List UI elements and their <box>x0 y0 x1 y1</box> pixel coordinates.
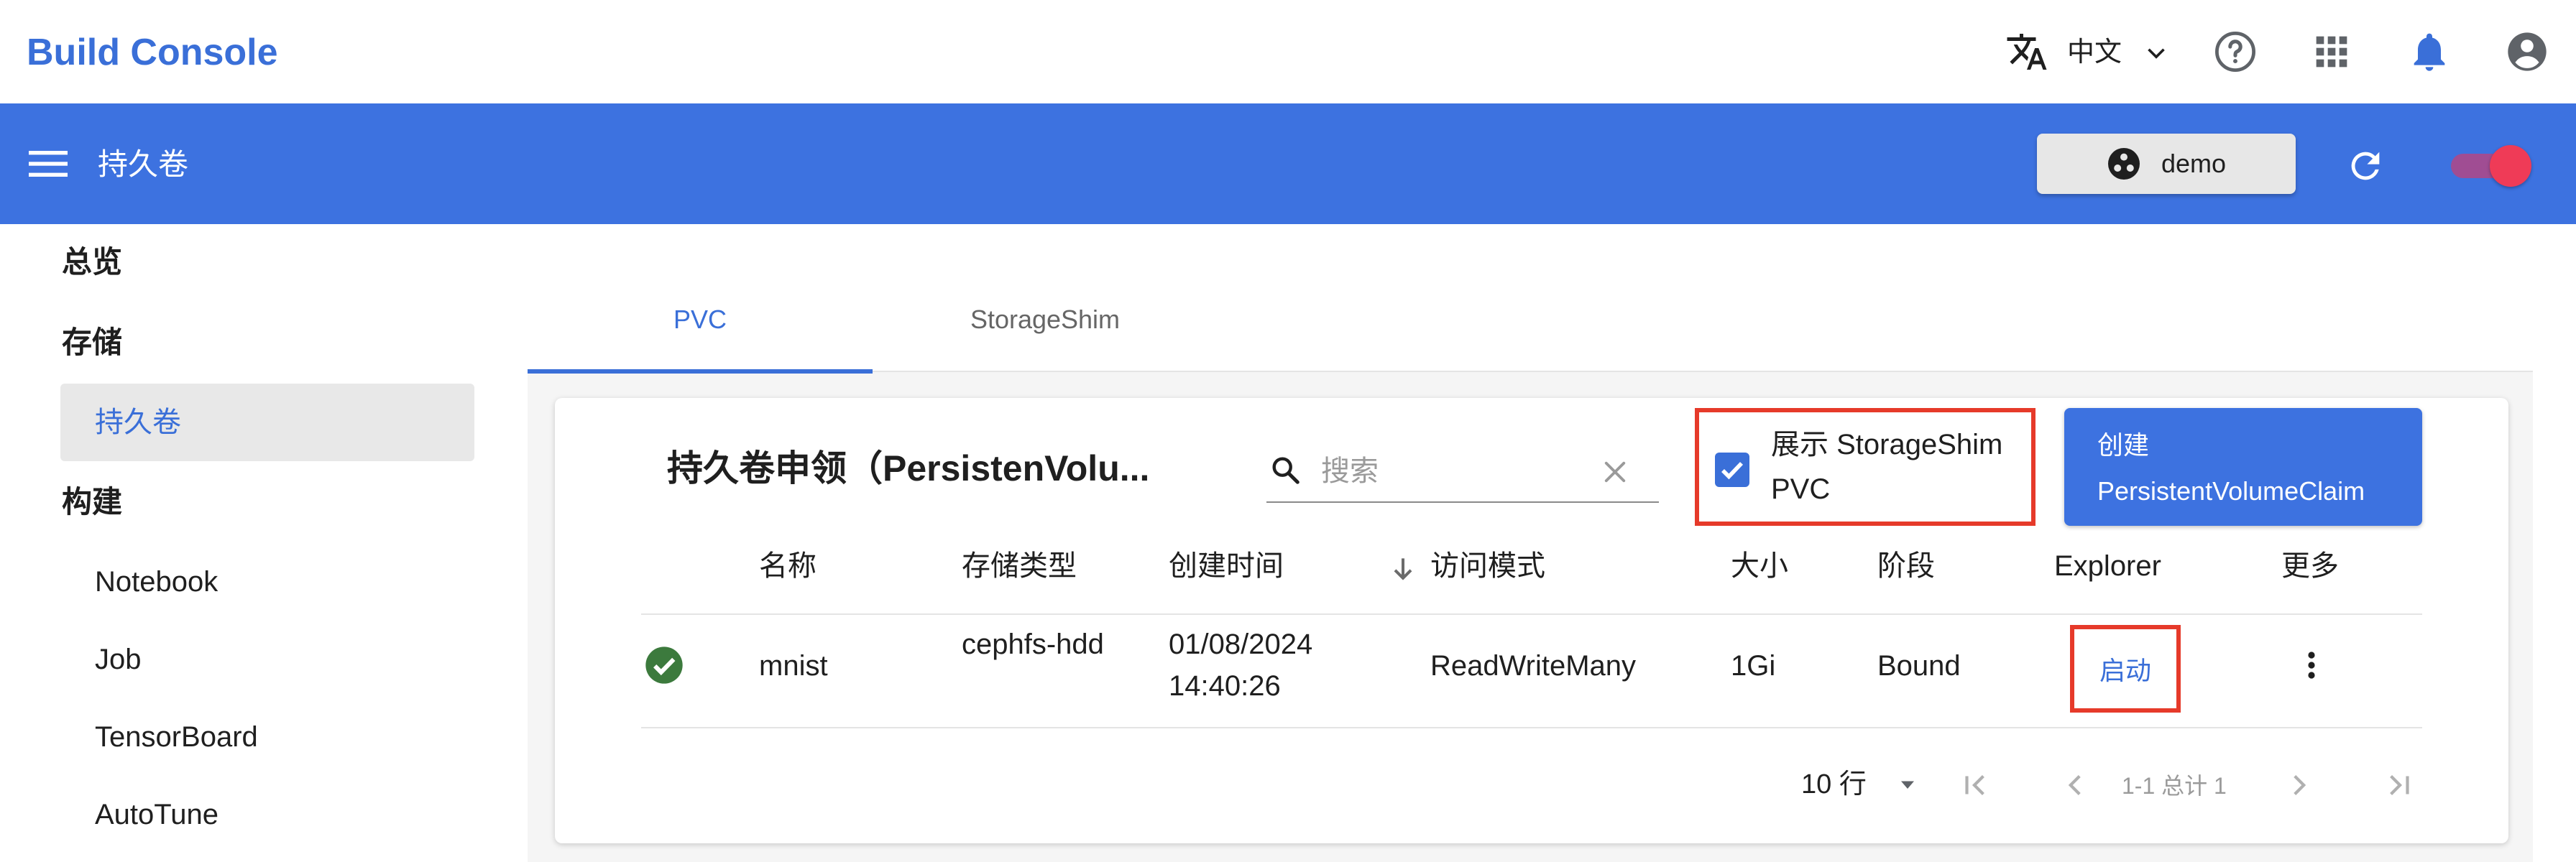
cell-name: mnist <box>759 650 828 682</box>
more-vertical-icon[interactable] <box>2294 646 2329 684</box>
clear-icon[interactable] <box>1600 457 1630 487</box>
cell-size: 1Gi <box>1731 650 1776 682</box>
tab-bar: PVC StorageShim <box>528 267 2533 374</box>
cell-created-date: 01/08/2024 <box>1169 629 1313 660</box>
create-pvc-button[interactable]: 创建 PersistentVolumeClaim <box>2064 408 2422 526</box>
namespace-selector-button[interactable]: demo <box>2037 134 2296 194</box>
sidebar-group-build: 构建 <box>62 485 123 519</box>
chevron-down-icon[interactable] <box>2142 40 2171 66</box>
header-divider <box>641 613 2422 615</box>
app-title[interactable]: Build Console <box>27 27 278 78</box>
show-storageshim-pvc-checkbox[interactable]: 展示 StorageShim PVC <box>1695 408 2036 526</box>
account-icon[interactable] <box>2504 29 2550 75</box>
search-input[interactable] <box>1321 450 1594 493</box>
card-title: 持久卷申领（PersistenVolu... <box>667 448 1150 488</box>
sidebar-item-persistent-volume[interactable]: 持久卷 <box>60 384 474 461</box>
sidebar: 总览 存储 持久卷 构建 Notebook Job TensorBoard Au… <box>0 224 503 862</box>
column-header-storage-type[interactable]: 存储类型 <box>962 539 1077 593</box>
checkbox-label: 展示 StorageShim PVC <box>1771 429 2003 505</box>
last-page-icon[interactable] <box>2380 767 2416 803</box>
cell-created-time: 14:40:26 <box>1169 670 1281 702</box>
next-page-icon[interactable] <box>2281 767 2317 803</box>
main-panel: PVC StorageShim 持久卷申领（PersistenVolu... 展… <box>528 267 2533 862</box>
namespace-icon <box>2107 148 2140 180</box>
namespace-label: demo <box>2161 149 2227 178</box>
app-bar: 持久卷 demo <box>0 103 2576 224</box>
column-header-access-mode[interactable]: 访问模式 <box>1430 539 1545 593</box>
explorer-launch-button[interactable]: 启动 <box>2074 629 2176 708</box>
checkbox-checked-icon[interactable] <box>1715 453 1749 487</box>
tab-label: PVC <box>673 305 727 334</box>
tab-storageshim[interactable]: StorageShim <box>873 267 1218 372</box>
row-divider <box>641 727 2422 728</box>
column-header-name[interactable]: 名称 <box>759 539 816 593</box>
cell-storage-type: cephfs-hdd <box>962 629 1104 660</box>
first-page-icon[interactable] <box>1958 767 1994 803</box>
rows-per-page-select[interactable]: 10 行 <box>1801 766 1867 803</box>
help-icon[interactable] <box>2212 29 2258 75</box>
column-header-size[interactable]: 大小 <box>1731 539 1788 593</box>
tab-pvc[interactable]: PVC <box>528 267 873 374</box>
create-button-label: 创建 PersistentVolumeClaim <box>2097 430 2365 506</box>
tab-label: StorageShim <box>970 305 1121 334</box>
active-tab-indicator <box>528 369 873 374</box>
translate-icon[interactable] <box>2005 30 2048 73</box>
refresh-icon[interactable] <box>2345 145 2386 187</box>
sidebar-item-job[interactable]: Job <box>95 639 142 680</box>
previous-page-icon[interactable] <box>2057 767 2093 803</box>
search-icon <box>1272 457 1300 484</box>
search-box[interactable] <box>1266 441 1659 503</box>
column-header-explorer: Explorer <box>2054 550 2161 582</box>
explorer-launch-highlight: 启动 <box>2070 625 2181 713</box>
section-title: 持久卷 <box>98 147 189 181</box>
cell-access-mode: ReadWriteMany <box>1430 650 1637 682</box>
language-label[interactable]: 中文 <box>2067 34 2122 70</box>
sidebar-item-autotune[interactable]: AutoTune <box>95 794 218 835</box>
column-header-more: 更多 <box>2281 550 2339 582</box>
sidebar-item-overview[interactable]: 总览 <box>62 241 122 283</box>
menu-icon[interactable] <box>29 147 68 181</box>
pvc-card: 持久卷申领（PersistenVolu... 展示 StorageShim PV… <box>555 398 2508 843</box>
column-header-phase[interactable]: 阶段 <box>1877 539 1935 593</box>
sidebar-item-label: 持久卷 <box>95 407 181 438</box>
caret-down-icon[interactable] <box>1893 771 1922 797</box>
sidebar-item-notebook[interactable]: Notebook <box>95 562 218 602</box>
apps-grid-icon[interactable] <box>2309 29 2355 75</box>
column-header-created[interactable]: 创建时间 <box>1169 539 1284 593</box>
top-header: Build Console 中文 <box>0 0 2576 103</box>
status-ok-icon <box>645 646 683 684</box>
notification-bell-icon[interactable] <box>2406 29 2452 75</box>
sidebar-item-tensorboard[interactable]: TensorBoard <box>95 717 258 757</box>
sort-arrow-down-icon[interactable] <box>1387 553 1419 585</box>
sidebar-group-storage: 存储 <box>62 325 123 359</box>
theme-toggle[interactable] <box>2448 145 2531 187</box>
toggle-thumb[interactable] <box>2490 145 2531 187</box>
page-range-label: 1-1 总计 1 <box>2122 773 2227 799</box>
cell-phase: Bound <box>1877 650 1961 682</box>
